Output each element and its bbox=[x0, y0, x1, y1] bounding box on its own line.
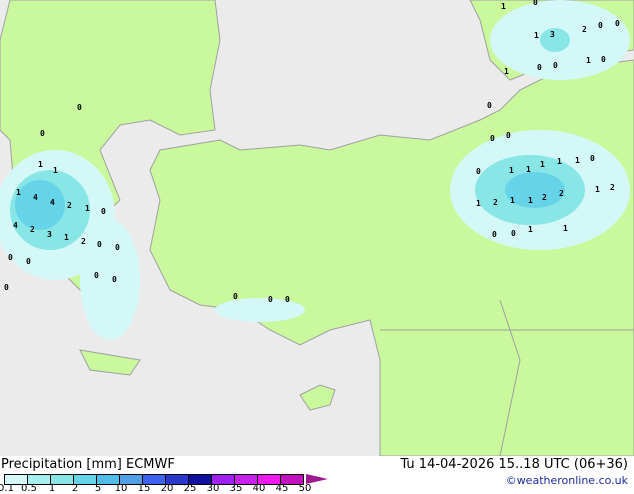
scale-tick-label: 0.1 bbox=[0, 483, 14, 494]
svg-text:1: 1 bbox=[64, 233, 69, 242]
svg-text:1: 1 bbox=[595, 185, 600, 194]
svg-text:0: 0 bbox=[26, 257, 31, 266]
svg-text:1: 1 bbox=[53, 166, 58, 175]
svg-text:0: 0 bbox=[233, 292, 238, 301]
credit-link[interactable]: ©weatheronline.co.uk bbox=[506, 474, 628, 487]
svg-text:1: 1 bbox=[528, 196, 533, 205]
svg-text:0: 0 bbox=[8, 253, 13, 262]
svg-text:1: 1 bbox=[16, 188, 21, 197]
svg-text:0: 0 bbox=[598, 21, 603, 30]
svg-text:1: 1 bbox=[38, 160, 43, 169]
svg-text:4: 4 bbox=[13, 221, 18, 230]
svg-text:3: 3 bbox=[550, 30, 555, 39]
svg-text:1: 1 bbox=[501, 2, 506, 11]
svg-text:2: 2 bbox=[81, 237, 86, 246]
svg-text:1: 1 bbox=[476, 199, 481, 208]
svg-text:0: 0 bbox=[533, 0, 538, 7]
svg-text:0: 0 bbox=[112, 275, 117, 284]
svg-text:1: 1 bbox=[586, 56, 591, 65]
svg-text:0: 0 bbox=[268, 295, 273, 304]
svg-text:4: 4 bbox=[33, 193, 38, 202]
svg-text:0: 0 bbox=[553, 61, 558, 70]
svg-text:2: 2 bbox=[610, 183, 615, 192]
svg-text:2: 2 bbox=[582, 25, 587, 34]
precipitation-map: 1 1 1 4 4 2 4 2 3 1 2 1 0 0 0 0 0 0 0 0 … bbox=[0, 0, 634, 456]
svg-text:0: 0 bbox=[615, 19, 620, 28]
svg-text:1: 1 bbox=[563, 224, 568, 233]
scale-tick-label: 40 bbox=[252, 483, 266, 494]
svg-text:1: 1 bbox=[504, 67, 509, 76]
svg-text:1: 1 bbox=[557, 157, 562, 166]
svg-text:0: 0 bbox=[97, 240, 102, 249]
scale-tick-label: 0.5 bbox=[21, 483, 37, 494]
color-scale-ticks: 0.1 0.5 1 2 5 10 15 20 25 30 35 40 45 50 bbox=[0, 483, 340, 494]
scale-tick-label: 10 bbox=[114, 483, 128, 494]
scale-tick-label: 15 bbox=[137, 483, 151, 494]
svg-text:0: 0 bbox=[490, 134, 495, 143]
svg-text:0: 0 bbox=[590, 154, 595, 163]
svg-text:4: 4 bbox=[50, 198, 55, 207]
svg-text:3: 3 bbox=[47, 230, 52, 239]
scale-tick-label: 1 bbox=[48, 483, 56, 494]
svg-text:0: 0 bbox=[40, 129, 45, 138]
scale-tick-label: 20 bbox=[160, 483, 174, 494]
svg-text:0: 0 bbox=[4, 283, 9, 292]
legend-footer: Precipitation [mm] ECMWF Tu 14-04-2026 1… bbox=[0, 456, 634, 494]
scale-tick-label: 35 bbox=[229, 483, 243, 494]
svg-text:1: 1 bbox=[540, 160, 545, 169]
valid-time: Tu 14-04-2026 15..18 UTC (06+36) bbox=[400, 457, 628, 472]
svg-text:1: 1 bbox=[510, 196, 515, 205]
scale-tick-label: 45 bbox=[275, 483, 289, 494]
svg-text:0: 0 bbox=[285, 295, 290, 304]
scale-tick-label: 2 bbox=[71, 483, 79, 494]
svg-text:0: 0 bbox=[506, 131, 511, 140]
svg-text:0: 0 bbox=[476, 167, 481, 176]
svg-text:0: 0 bbox=[101, 207, 106, 216]
svg-text:1: 1 bbox=[526, 165, 531, 174]
svg-text:2: 2 bbox=[67, 201, 72, 210]
svg-text:0: 0 bbox=[115, 243, 120, 252]
svg-text:0: 0 bbox=[537, 63, 542, 72]
scale-tick-label: 50 bbox=[298, 483, 312, 494]
svg-text:2: 2 bbox=[542, 193, 547, 202]
svg-text:1: 1 bbox=[534, 31, 539, 40]
svg-text:0: 0 bbox=[511, 229, 516, 238]
map-title: Precipitation [mm] ECMWF bbox=[1, 457, 175, 472]
svg-text:0: 0 bbox=[601, 55, 606, 64]
svg-text:1: 1 bbox=[85, 204, 90, 213]
svg-text:2: 2 bbox=[30, 225, 35, 234]
svg-text:0: 0 bbox=[492, 230, 497, 239]
svg-text:0: 0 bbox=[487, 101, 492, 110]
scale-tick-label: 25 bbox=[183, 483, 197, 494]
svg-text:1: 1 bbox=[509, 166, 514, 175]
svg-text:1: 1 bbox=[528, 225, 533, 234]
svg-text:0: 0 bbox=[77, 103, 82, 112]
scale-tick-label: 30 bbox=[206, 483, 220, 494]
scale-tick-label: 5 bbox=[94, 483, 102, 494]
svg-text:2: 2 bbox=[493, 198, 498, 207]
svg-text:0: 0 bbox=[94, 271, 99, 280]
svg-text:2: 2 bbox=[559, 189, 564, 198]
svg-text:1: 1 bbox=[575, 156, 580, 165]
